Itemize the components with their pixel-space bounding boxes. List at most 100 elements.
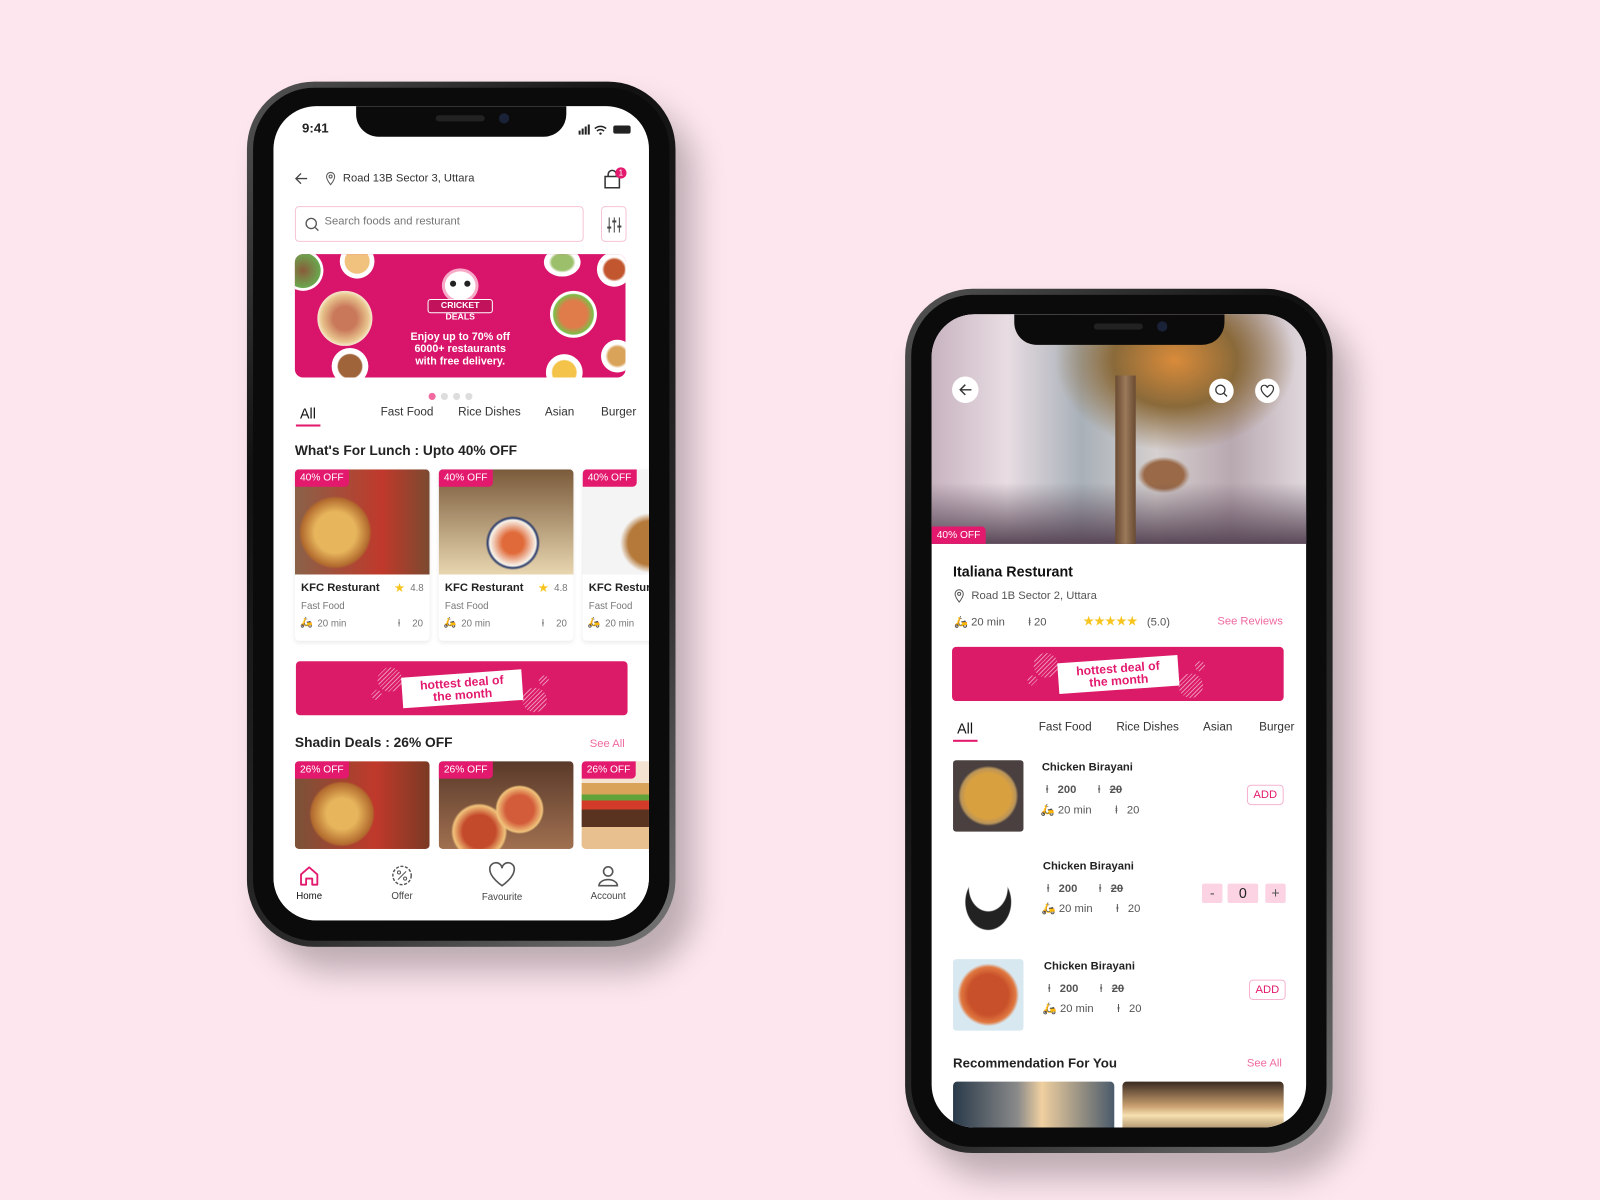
restaurant-name: KFC Resturant [588, 581, 649, 594]
dish-image [953, 760, 1024, 832]
heart-icon [488, 861, 516, 887]
back-button[interactable] [952, 376, 979, 404]
rating-stars: ★★★★★ [1082, 613, 1138, 629]
price-row: ⱡ 200 ⱡ 20 [1047, 982, 1125, 995]
section-title-lunch: What's For Lunch : Upto 40% OFF [294, 442, 518, 459]
favourite-button[interactable] [1255, 378, 1280, 404]
tab-fast-food[interactable]: Fast Food [1039, 721, 1092, 733]
carousel-dot-active[interactable] [428, 392, 436, 400]
restaurant-card[interactable]: 40% OFF KFC Resturant ★ 4.8 Fast Food 🛵 … [438, 469, 574, 641]
food-plate-image [294, 254, 324, 291]
increment-button[interactable]: + [1265, 883, 1286, 904]
price-row: ⱡ 200 ⱡ 20 [1045, 783, 1123, 796]
search-icon [305, 217, 319, 232]
menu-item: Chicken Birayani ⱡ 200 ⱡ 20 🛵 20 min ⱡ 2… [932, 760, 1306, 842]
tab-rice-dishes[interactable]: Rice Dishes [458, 406, 521, 418]
tab-asian[interactable]: Asian [545, 406, 574, 418]
cart-button[interactable]: 1 [603, 167, 630, 189]
offer-icon [392, 865, 412, 886]
scooter-icon: 🛵 [299, 617, 313, 629]
price-icon: ⱡ [1046, 882, 1050, 895]
scooter-icon: 🛵 [443, 617, 457, 629]
deal-banner-label: hottest deal of the month [400, 668, 523, 708]
fee-icon: ⱡ [397, 618, 401, 630]
fee-icon: ⱡ [1115, 804, 1118, 817]
back-arrow-icon[interactable] [294, 171, 308, 185]
tab-asian[interactable]: Asian [1203, 721, 1232, 733]
menu-item: Chicken Birayani ⱡ 200 ⱡ 20 🛵 20 min ⱡ 2… [932, 959, 1306, 1041]
heart-icon [1260, 384, 1275, 398]
tab-burger[interactable]: Burger [601, 406, 636, 418]
decrement-button[interactable]: - [1202, 883, 1223, 904]
delivery-fee: 20 [412, 618, 424, 630]
fee-icon: ⱡ [1117, 1003, 1120, 1016]
restaurant-hero-image [931, 314, 1307, 544]
cart-count-badge: 1 [615, 167, 627, 179]
scooter-icon: 🛵 [1042, 1003, 1057, 1016]
tab-all[interactable]: All [953, 720, 977, 742]
carousel-dot[interactable] [465, 392, 473, 400]
promo-banner[interactable]: CRICKET DEALS Enjoy up to 70% off 6000+ r… [294, 254, 626, 378]
scooter-icon: 🛵 [1040, 804, 1055, 817]
price-icon: ⱡ [1047, 982, 1051, 995]
restaurant-name: Italiana Resturant [953, 563, 1073, 580]
deal-banner-label: hottest deal of the month [1056, 654, 1179, 694]
tab-rice-dishes[interactable]: Rice Dishes [1116, 721, 1179, 733]
restaurant-card[interactable]: 40% OFF KFC Resturant ★ 4.8 Fast Food 🛵 … [294, 469, 430, 641]
deal-card[interactable]: 26% OFF [581, 761, 649, 849]
delivery-time: 20 min [605, 618, 635, 630]
food-plate-image [596, 254, 626, 287]
food-plate-image [339, 254, 375, 279]
hottest-deal-banner[interactable]: hottest deal of the month [295, 661, 628, 716]
search-input[interactable] [324, 215, 570, 228]
restaurant-category: Fast Food [588, 601, 633, 613]
header-location[interactable]: Road 13B Sector 3, Uttara [343, 172, 475, 184]
delivery-time: 20 min [317, 618, 347, 630]
price-icon: ⱡ [1098, 882, 1102, 895]
delivery-fee: 20 [556, 618, 567, 630]
see-all-link[interactable]: See All [1247, 1057, 1282, 1069]
nav-favourite[interactable]: Favourite [471, 861, 532, 903]
carousel-dots [428, 387, 473, 405]
restaurant-category: Fast Food [444, 601, 489, 613]
price-icon: ⱡ [1099, 982, 1103, 995]
section-title-shadin: Shadin Deals : 26% OFF [294, 734, 453, 750]
add-button[interactable]: ADD [1246, 784, 1284, 806]
banner-text: Enjoy up to 70% off 6000+ restaurants with… [410, 330, 510, 368]
restaurant-category: Fast Food [301, 601, 345, 613]
back-arrow-icon [959, 384, 972, 396]
add-button[interactable]: ADD [1248, 979, 1286, 1000]
restaurant-name: KFC Resturant [444, 581, 524, 594]
scooter-icon: 🛵 [587, 617, 601, 629]
hottest-deal-banner[interactable]: hottest deal of the month [952, 646, 1284, 702]
sliders-icon [607, 217, 622, 233]
restaurant-card[interactable]: 40% OFF KFC Resturant ★ 4.8 Fast Food 🛵 … [582, 469, 649, 641]
tab-burger[interactable]: Burger [1259, 721, 1294, 733]
filter-button[interactable] [601, 206, 627, 242]
deal-card[interactable]: 26% OFF [438, 761, 574, 849]
search-button[interactable] [1209, 378, 1234, 404]
dish-name: Chicken Birayani [1042, 860, 1134, 873]
deal-card[interactable]: 26% OFF [294, 761, 430, 849]
quantity-value[interactable]: 0 [1227, 883, 1259, 904]
search-icon [1215, 384, 1228, 397]
nav-offer[interactable]: Offer [371, 864, 432, 902]
price-icon: ⱡ [1045, 783, 1049, 796]
nav-account[interactable]: Account [578, 864, 639, 902]
recommendation-card[interactable] [1122, 1081, 1284, 1128]
delivery-row: 🛵 20 min ⱡ 20 [1042, 1003, 1142, 1016]
tab-all[interactable]: All [296, 405, 320, 427]
scooter-icon: 🛵 [954, 616, 969, 629]
dish-name: Chicken Birayani [1043, 960, 1135, 973]
recommendation-card[interactable] [953, 1081, 1115, 1128]
carousel-dot[interactable] [453, 392, 461, 400]
see-all-link[interactable]: See All [590, 738, 625, 750]
notch [1013, 314, 1224, 345]
nav-home[interactable]: Home [279, 864, 340, 902]
restaurant-meta: 🛵 20 min ⱡ 20 [954, 616, 1047, 629]
see-reviews-link[interactable]: See Reviews [1217, 615, 1283, 627]
delivery-row: 🛵 20 min ⱡ 20 [1041, 903, 1141, 916]
carousel-dot[interactable] [440, 392, 448, 400]
search-box[interactable] [294, 206, 584, 242]
tab-fast-food[interactable]: Fast Food [381, 406, 434, 418]
